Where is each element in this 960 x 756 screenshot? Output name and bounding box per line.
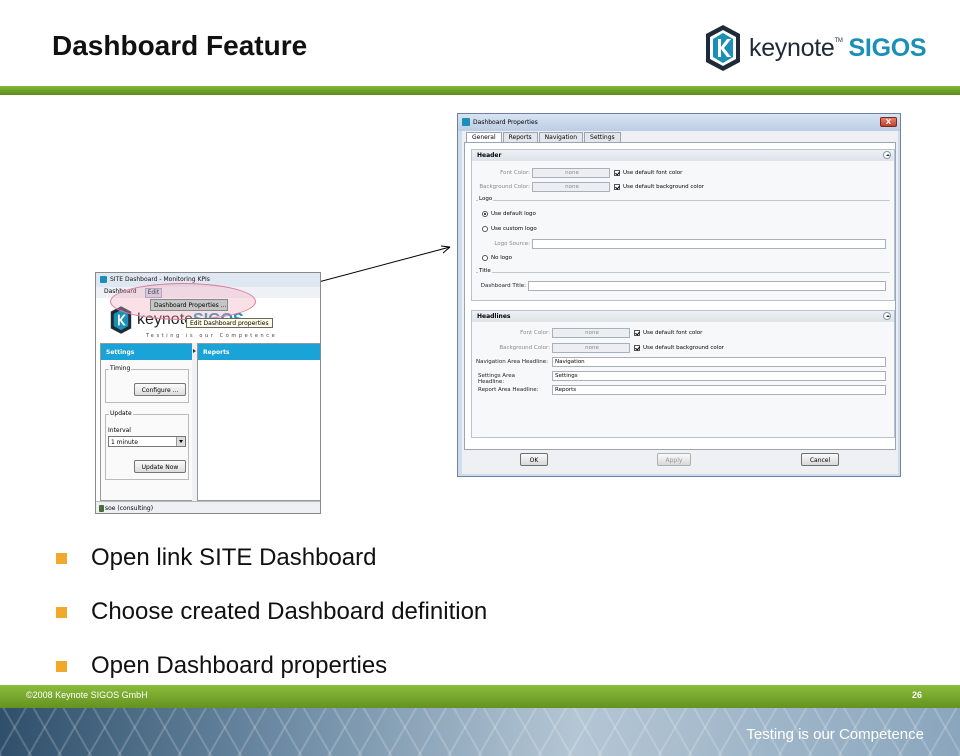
tab-reports[interactable]: Reports [502, 132, 538, 142]
status-text: soe (consulting) [105, 505, 154, 512]
headline-default-bg-color-checkbox[interactable] [634, 345, 640, 351]
custom-logo-radio[interactable] [482, 226, 488, 232]
logo-group-line [476, 200, 890, 201]
logo-source-label: Logo Source: [494, 241, 530, 247]
dialog-tabs: General Reports Navigation Settings [466, 132, 622, 142]
title-group-line [476, 272, 890, 273]
reports-panel: Reports [197, 343, 320, 501]
menu-tooltip: Edit Dashboard properties [186, 318, 273, 328]
app-icon [462, 118, 470, 126]
logo-source-field[interactable] [532, 239, 886, 249]
dashboard-title-field[interactable] [528, 281, 886, 291]
font-color-field[interactable]: none [532, 168, 610, 178]
collapse-icon[interactable] [883, 151, 891, 159]
reports-panel-header: Reports [198, 344, 320, 360]
interval-label: Interval [108, 427, 131, 434]
collapse-icon[interactable] [883, 312, 891, 320]
headline-bg-color-label: Background Color: [499, 345, 550, 351]
font-color-label: Font Color: [500, 170, 530, 176]
slide-title: Dashboard Feature [52, 30, 308, 61]
menu-item-dashboard-properties[interactable]: Dashboard Properties ... [150, 299, 228, 311]
tab-settings[interactable]: Settings [584, 132, 621, 142]
configure-button[interactable]: Configure ... [134, 383, 186, 396]
brand-logo: keynoteTM SIGOS [703, 22, 927, 74]
headline-default-font-color-label: Use default font color [643, 330, 703, 336]
update-now-button[interactable]: Update Now [134, 460, 186, 473]
bullet-square-icon [56, 553, 67, 564]
bullet-square-icon [56, 607, 67, 618]
status-bar: soe (consulting) [96, 501, 320, 513]
dialog-body: General Reports Navigation Settings Head… [462, 131, 898, 474]
headline-font-color-field[interactable]: none [552, 328, 630, 338]
settings-panel-header: Settings [101, 344, 192, 360]
site-dashboard-screenshot: SITE Dashboard - Monitoring KPIs Dashboa… [95, 272, 321, 514]
interval-value: 1 minute [111, 439, 138, 446]
cancel-button[interactable]: Cancel [801, 453, 839, 466]
timing-label: Timing [109, 365, 132, 372]
headlines-section: Headlines Font Color: none Use default f… [471, 310, 895, 438]
headlines-section-title[interactable]: Headlines [472, 311, 894, 322]
no-logo-label: No logo [491, 255, 512, 261]
report-headline-label: Report Area Headline: [478, 387, 539, 393]
dialog-titlebar: Dashboard Properties X [458, 114, 900, 131]
app-icon [100, 276, 107, 283]
bullet-square-icon [56, 661, 67, 672]
headline-bg-color-field[interactable]: none [552, 343, 630, 353]
tab-general[interactable]: General [466, 132, 502, 142]
bullet-item: Open link SITE Dashboard [56, 540, 487, 594]
headline-default-bg-color-label: Use default background color [643, 345, 724, 351]
general-tab-panel: Header Font Color: none Use default font… [464, 142, 896, 450]
logo-group-label: Logo [478, 196, 494, 202]
chevron-down-icon[interactable] [176, 437, 185, 446]
default-logo-radio[interactable] [482, 211, 488, 217]
apply-button[interactable]: Apply [657, 453, 691, 466]
site-window-title: SITE Dashboard - Monitoring KPIs [110, 276, 210, 283]
site-logo-subtitle: Testing is our Competence [146, 333, 278, 339]
headline-font-color-label: Font Color: [520, 330, 550, 336]
timing-group: Timing Configure ... [105, 365, 189, 403]
header-section-title[interactable]: Header [472, 150, 894, 161]
close-icon[interactable]: X [880, 117, 897, 127]
brand-wordmark: keynoteTM SIGOS [749, 33, 927, 62]
bullet-list: Open link SITE Dashboard Choose created … [56, 540, 487, 702]
page-number: 26 [912, 690, 923, 700]
tagline: Testing is our Competence [746, 726, 924, 743]
headline-default-font-color-checkbox[interactable] [634, 330, 640, 336]
default-bg-color-checkbox[interactable] [614, 184, 620, 190]
bg-color-label: Background Color: [479, 184, 530, 190]
bullet-item: Choose created Dashboard definition [56, 594, 487, 648]
default-logo-label: Use default logo [491, 211, 536, 217]
default-bg-color-label: Use default background color [623, 184, 704, 190]
user-icon [99, 505, 104, 512]
ok-button[interactable]: OK [520, 453, 548, 466]
custom-logo-label: Use custom logo [491, 226, 537, 232]
header-section: Header Font Color: none Use default font… [471, 149, 895, 301]
dashboard-title-label: Dashboard Title: [480, 283, 526, 289]
tab-navigation[interactable]: Navigation [538, 132, 584, 142]
dialog-title: Dashboard Properties [473, 119, 538, 126]
report-headline-field[interactable]: Reports [552, 385, 886, 395]
nav-headline-field[interactable]: Navigation [552, 357, 886, 367]
nav-headline-label: Navigation Area Headline: [476, 359, 548, 365]
settings-headline-label: Settings Area Headline: [478, 373, 515, 385]
bg-color-field[interactable]: none [532, 182, 610, 192]
default-font-color-label: Use default font color [623, 170, 683, 176]
title-group-label: Title [478, 268, 492, 274]
header-rule [0, 86, 960, 95]
default-font-color-checkbox[interactable] [614, 170, 620, 176]
keynote-logo-icon [706, 25, 740, 71]
settings-headline-field[interactable]: Settings [552, 371, 886, 381]
settings-panel: Settings Timing Configure ... Update Int… [100, 343, 193, 501]
update-group: Update Interval 1 minute Update Now [105, 410, 189, 480]
dashboard-properties-dialog: Dashboard Properties X General Reports N… [457, 113, 901, 477]
no-logo-radio[interactable] [482, 255, 488, 261]
update-label: Update [109, 410, 133, 417]
copyright: ©2008 Keynote SIGOS GmbH [26, 690, 148, 700]
interval-select[interactable]: 1 minute [108, 436, 186, 447]
